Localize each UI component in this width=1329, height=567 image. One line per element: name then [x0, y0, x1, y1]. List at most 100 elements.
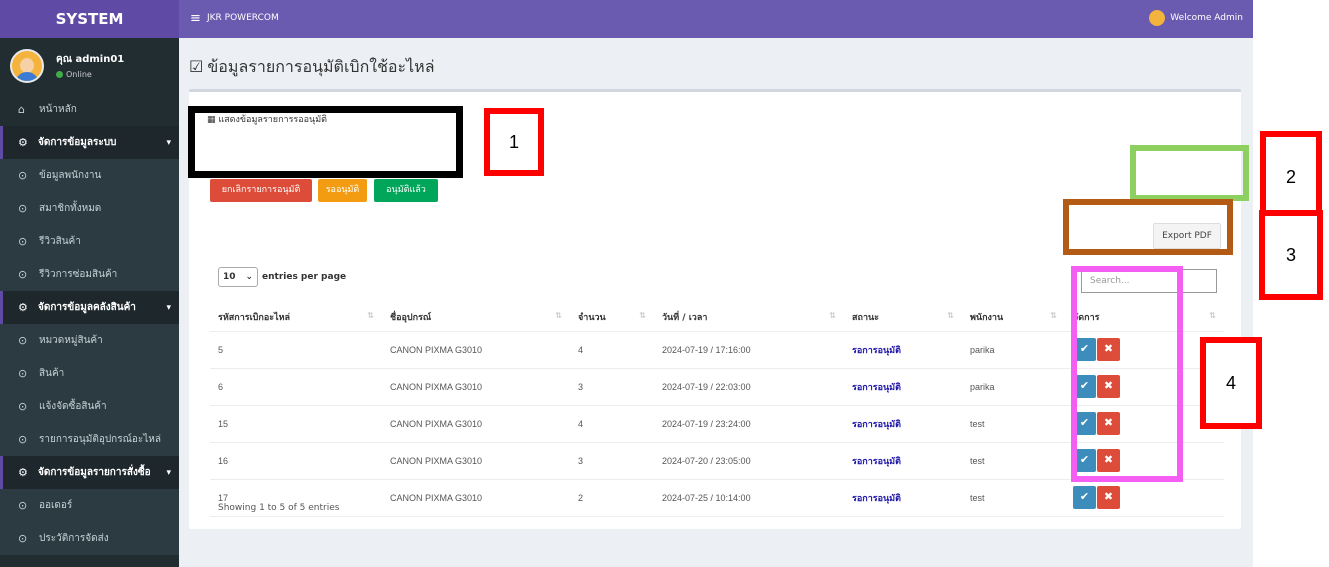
annotation-box-actions	[1071, 266, 1183, 482]
sidebar-item-purchase-notice[interactable]: ⊙ แจ้งจัดซื้อสินค้า	[0, 390, 179, 423]
sidebar-item-label: สมาชิกทั้งหมด	[39, 203, 102, 214]
cell-device: CANON PIXMA G3010	[382, 405, 570, 443]
cell-device: CANON PIXMA G3010	[382, 442, 570, 480]
column-header[interactable]: ชื่ออุปกรณ์ ⇅	[382, 304, 570, 332]
entries-control: 10 ⌄ entries per page	[218, 267, 346, 287]
sidebar-section-label: จัดการข้อมูลระบบ	[38, 137, 117, 148]
annotation-box-export	[1130, 145, 1249, 201]
sort-icon: ⇅	[639, 311, 646, 320]
sidebar-item-label: แจ้งจัดซื้อสินค้า	[39, 401, 107, 412]
sidebar-item-home[interactable]: ⌂ หน้าหลัก	[0, 93, 179, 126]
cancel-approval-button[interactable]: ยกเลิกรายการอนุมัติ	[210, 179, 312, 202]
hamburger-icon[interactable]: ≡	[190, 11, 201, 26]
home-icon: ⌂	[18, 103, 25, 116]
sidebar-section-warehouse[interactable]: ⚙ จัดการข้อมูลคลังสินค้า ▾	[0, 291, 179, 324]
cell-datetime: 2024-07-19 / 17:16:00	[654, 331, 844, 369]
sidebar-item-label: ประวัติการจัดส่ง	[39, 533, 109, 544]
welcome-user[interactable]: Welcome Admin	[1170, 13, 1243, 23]
reject-button[interactable]: ✖	[1097, 486, 1120, 509]
sidebar-section-orders[interactable]: ⚙ จัดการข้อมูลรายการสั่งซื้อ ▾	[0, 456, 179, 489]
gears-icon: ⚙	[18, 301, 28, 314]
circle-icon: ⊙	[18, 433, 28, 446]
circle-icon: ⊙	[18, 400, 28, 413]
cell-device: CANON PIXMA G3010	[382, 331, 570, 369]
sidebar-item-categories[interactable]: ⊙ หมวดหมู่สินค้า	[0, 324, 179, 357]
sidebar: SYSTEM คุณ admin01 Online ⌂ หน้าหลัก ⚙ จ…	[0, 0, 179, 567]
sidebar-section-system[interactable]: ⚙ จัดการข้อมูลระบบ ▾	[0, 126, 179, 159]
sidebar-item-label: หมวดหมู่สินค้า	[39, 335, 103, 346]
user-status: Online	[56, 70, 124, 79]
gears-icon: ⚙	[18, 136, 28, 149]
cell-actions: ✔ ✖	[1065, 479, 1224, 517]
column-header[interactable]: สถานะ ⇅	[844, 304, 962, 332]
annotation-label-4: 4	[1200, 337, 1262, 429]
cell-status: รอการอนุมัติ	[844, 479, 962, 517]
sidebar-item-label: รีวิวการซ่อมสินค้า	[39, 269, 118, 280]
cell-qty: 3	[570, 442, 654, 480]
table-row: 17 CANON PIXMA G3010 2 2024-07-25 / 10:1…	[210, 479, 1224, 517]
cell-id: 6	[210, 368, 382, 406]
sidebar-item-label: ออเดอร์	[39, 500, 73, 511]
sidebar-item-parts-approval[interactable]: ⊙ รายการอนุมัติอุปกรณ์อะไหล่	[0, 423, 179, 456]
brand-name[interactable]: JKR POWERCOM	[207, 13, 279, 23]
sidebar-item-products[interactable]: ⊙ สินค้า	[0, 357, 179, 390]
sidebar-item-members[interactable]: ⊙ สมาชิกทั้งหมด	[0, 192, 179, 225]
page-title: ☑ ข้อมูลรายการอนุมัติเบิกใช้อะไหล่	[189, 57, 435, 76]
waiting-approval-button[interactable]: รออนุมัติ	[318, 179, 367, 202]
chevron-down-icon: ▾	[166, 467, 171, 478]
cell-employee: test	[962, 405, 1065, 443]
cell-employee: parika	[962, 368, 1065, 406]
cell-datetime: 2024-07-19 / 22:03:00	[654, 368, 844, 406]
annotation-label-3: 3	[1259, 210, 1323, 300]
table-info: Showing 1 to 5 of 5 entries	[218, 503, 340, 513]
cell-device: CANON PIXMA G3010	[382, 368, 570, 406]
sidebar-item-product-reviews[interactable]: ⊙ รีวิวสินค้า	[0, 225, 179, 258]
sidebar-item-orders[interactable]: ⊙ ออเดอร์	[0, 489, 179, 522]
sort-icon: ⇅	[829, 311, 836, 320]
column-header[interactable]: รหัสการเบิกอะไหล่ ⇅	[210, 304, 382, 332]
sidebar-section-label: จัดการข้อมูลคลังสินค้า	[38, 302, 136, 313]
sidebar-section-label: จัดการข้อมูลรายการสั่งซื้อ	[38, 467, 151, 478]
user-avatar[interactable]	[1149, 10, 1165, 26]
sidebar-item-employees[interactable]: ⊙ ข้อมูลพนักงาน	[0, 159, 179, 192]
column-header[interactable]: พนักงาน ⇅	[962, 304, 1065, 332]
sidebar-item-label: หน้าหลัก	[39, 104, 77, 115]
sort-icon: ⇅	[555, 311, 562, 320]
sort-icon: ⇅	[1209, 311, 1216, 320]
approve-button[interactable]: ✔	[1073, 486, 1096, 509]
cell-qty: 4	[570, 405, 654, 443]
top-navbar: ≡ JKR POWERCOM Welcome Admin	[179, 0, 1253, 38]
sort-icon: ⇅	[367, 311, 374, 320]
check-square-icon: ☑	[189, 57, 204, 76]
sort-icon: ⇅	[947, 311, 954, 320]
chevron-down-icon: ⌄	[245, 272, 253, 282]
column-header[interactable]: จำนวน ⇅	[570, 304, 654, 332]
avatar	[10, 48, 44, 83]
sidebar-item-shipping-history[interactable]: ⊙ ประวัติการจัดส่ง	[0, 522, 179, 555]
sidebar-item-label: รีวิวสินค้า	[39, 236, 81, 247]
cell-employee: parika	[962, 331, 1065, 369]
app-logo[interactable]: SYSTEM	[0, 0, 179, 38]
cell-qty: 3	[570, 368, 654, 406]
annotation-box-search	[1063, 199, 1233, 255]
cell-datetime: 2024-07-25 / 10:14:00	[654, 479, 844, 517]
cell-status: รอการอนุมัติ	[844, 442, 962, 480]
cell-datetime: 2024-07-20 / 23:05:00	[654, 442, 844, 480]
sort-icon: ⇅	[1050, 311, 1057, 320]
entries-label: entries per page	[262, 272, 347, 282]
user-panel: คุณ admin01 Online	[0, 38, 179, 93]
online-dot-icon	[56, 71, 63, 78]
cell-datetime: 2024-07-19 / 23:24:00	[654, 405, 844, 443]
column-header[interactable]: วันที่ / เวลา ⇅	[654, 304, 844, 332]
circle-icon: ⊙	[18, 268, 28, 281]
cell-employee: test	[962, 479, 1065, 517]
circle-icon: ⊙	[18, 235, 28, 248]
chevron-down-icon: ▾	[166, 302, 171, 313]
cell-employee: test	[962, 442, 1065, 480]
sidebar-item-label: ข้อมูลพนักงาน	[39, 170, 102, 181]
annotation-label-1: 1	[484, 108, 544, 176]
approved-button[interactable]: อนุมัติแล้ว	[374, 179, 438, 202]
entries-select[interactable]: 10 ⌄	[218, 267, 258, 287]
circle-icon: ⊙	[18, 169, 28, 182]
sidebar-item-repair-reviews[interactable]: ⊙ รีวิวการซ่อมสินค้า	[0, 258, 179, 291]
